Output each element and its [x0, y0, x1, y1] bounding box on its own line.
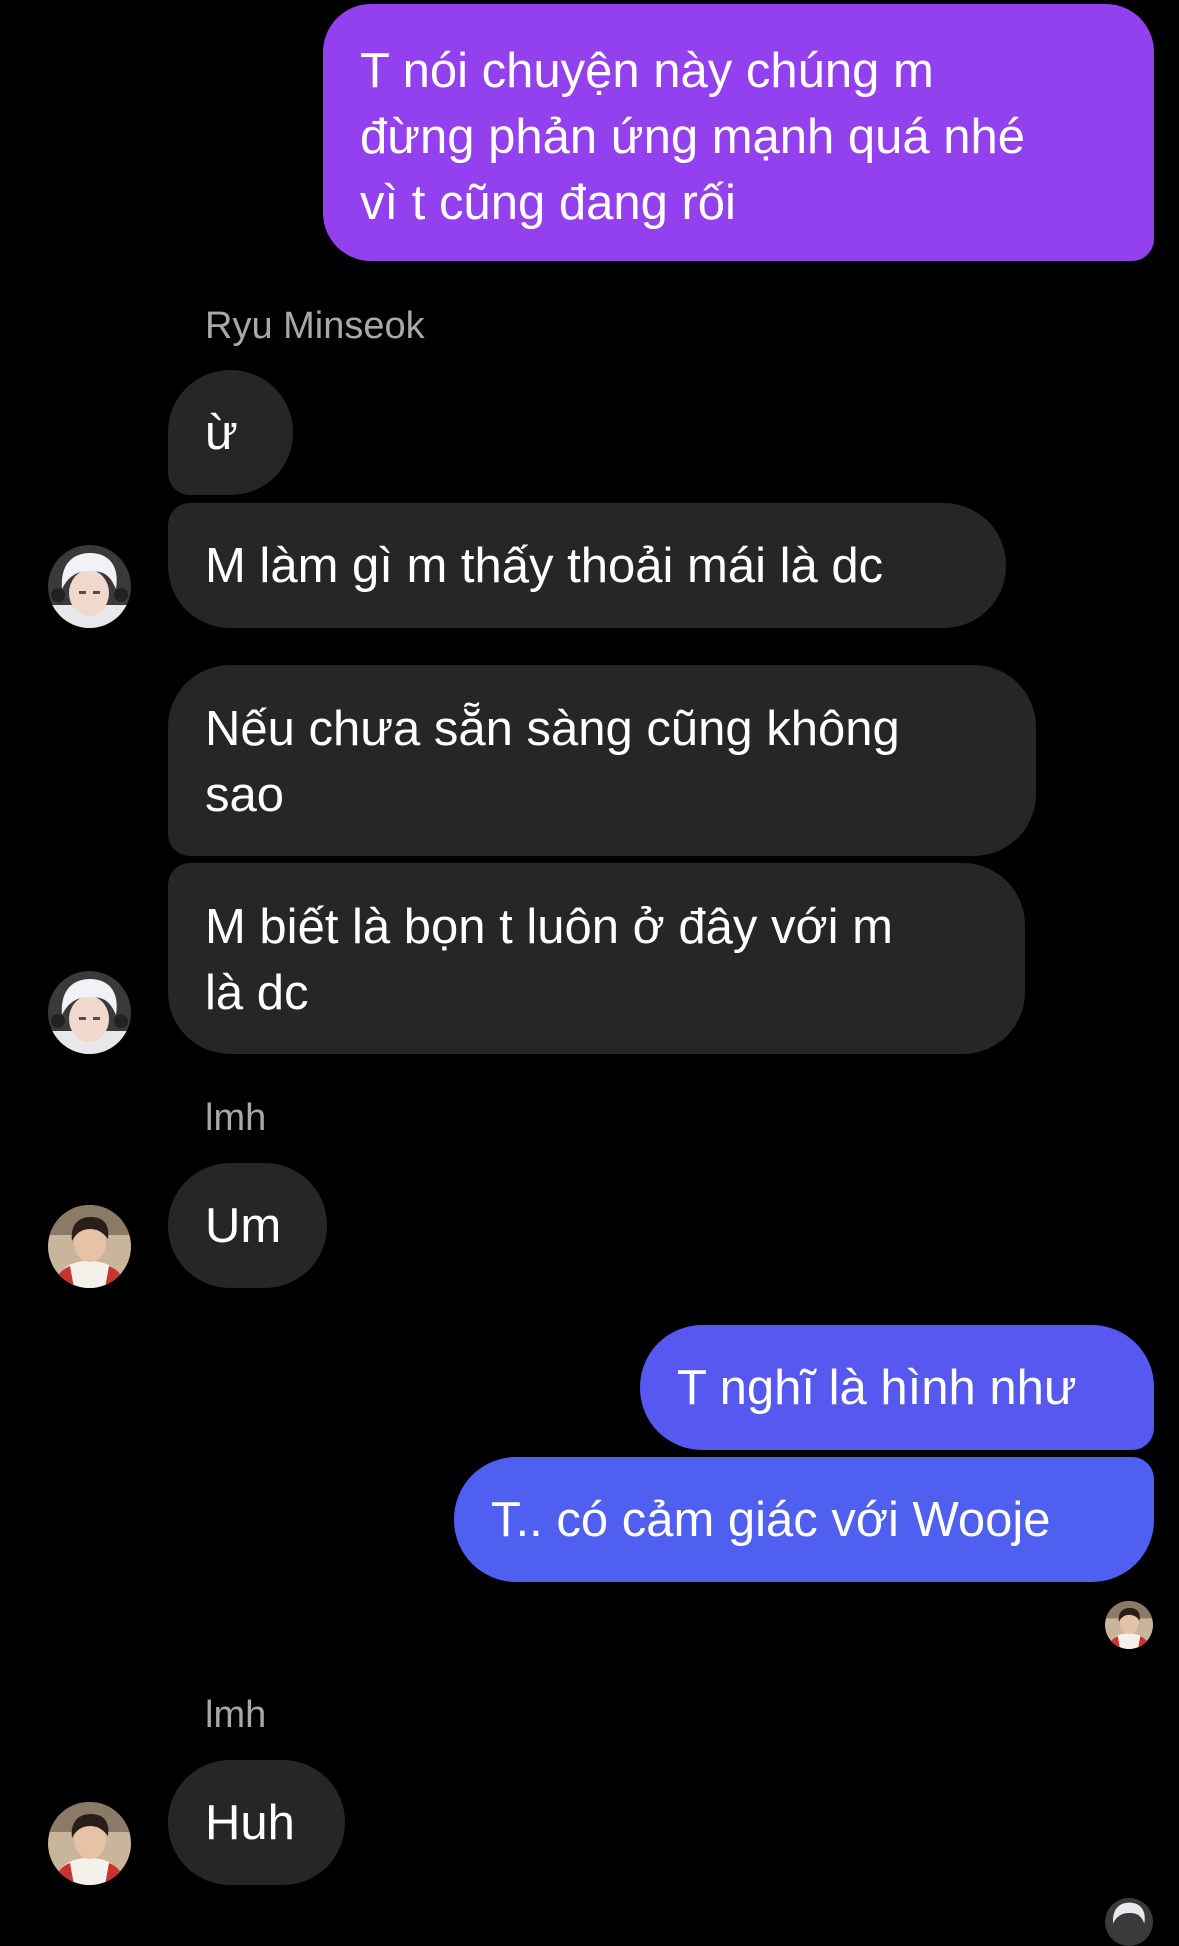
lmh-seen-avatar [1105, 1601, 1153, 1649]
sender-name: lmh [205, 1097, 267, 1139]
sender-name: Ryu Minseok [205, 305, 425, 347]
incoming-message[interactable]: Um [168, 1163, 327, 1288]
lmh-avatar[interactable] [48, 1205, 131, 1288]
seen-avatar-partial [1105, 1898, 1153, 1946]
sender-name: lmh [205, 1694, 267, 1736]
outgoing-message[interactable]: T.. có cảm giác với Wooje [454, 1457, 1154, 1582]
incoming-message[interactable]: Huh [168, 1760, 345, 1885]
lmh-avatar[interactable] [48, 1802, 131, 1885]
incoming-message[interactable]: M làm gì m thấy thoải mái là dc [168, 503, 1006, 628]
ryu-minseok-avatar[interactable] [48, 971, 131, 1054]
ryu-minseok-avatar[interactable] [48, 545, 131, 628]
outgoing-message[interactable]: T nghĩ là hình như [640, 1325, 1154, 1450]
incoming-message[interactable]: M biết là bọn t luôn ở đây với m là dc [168, 863, 1025, 1054]
outgoing-message[interactable]: T nói chuyện này chúng m đừng phản ứng m… [323, 4, 1154, 261]
incoming-message[interactable]: Nếu chưa sẵn sàng cũng không sao [168, 665, 1036, 856]
incoming-message[interactable]: ừ [168, 370, 293, 495]
